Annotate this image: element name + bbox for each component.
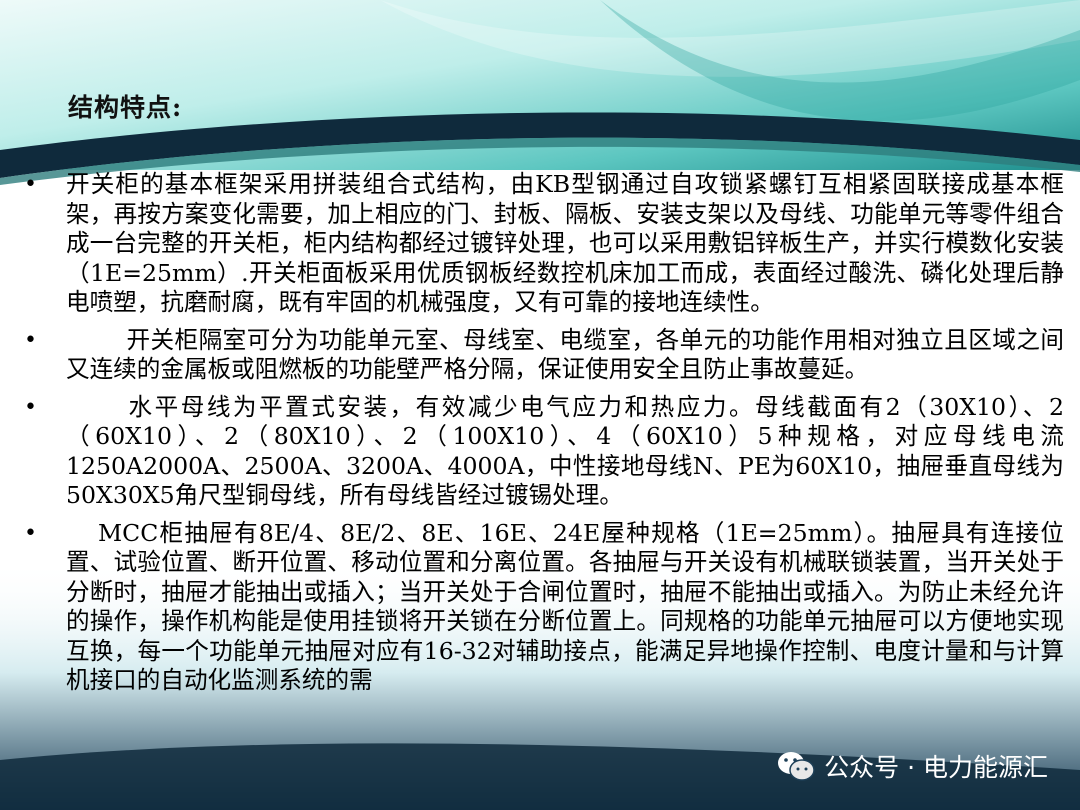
bullet-item: • MCC柜抽屉有8E/4、8E/2、8E、16E、24E屋种规格（1E=25m…: [22, 519, 1064, 696]
bullet-text: 水平母线为平置式安装，有效减少电气应力和热应力。母线截面有2（30X10）、2（…: [66, 392, 1064, 510]
bullet-marker: •: [24, 327, 37, 353]
bullet-list: • 开关柜的基本框架采用拼装组合式结构，由KB型钢通过自攻锁紧螺钉互相紧固联接成…: [22, 170, 1064, 704]
bullet-marker: •: [24, 520, 37, 546]
slide-title: 结构特点:: [68, 93, 183, 122]
bullet-text: 开关柜隔室可分为功能单元室、母线室、电缆室，各单元的功能作用相对独立且区域之间又…: [66, 325, 1064, 384]
bullet-item: • 开关柜的基本框架采用拼装组合式结构，由KB型钢通过自攻锁紧螺钉互相紧固联接成…: [22, 170, 1064, 318]
watermark: 公众号 · 电力能源汇: [776, 748, 1048, 784]
watermark-text: 公众号 · 电力能源汇: [824, 753, 1048, 782]
bullet-marker: •: [24, 172, 37, 197]
bullet-item: • 开关柜隔室可分为功能单元室、母线室、电缆室，各单元的功能作用相对独立且区域之…: [22, 326, 1064, 385]
bullet-marker: •: [24, 394, 37, 420]
bullet-text: MCC柜抽屉有8E/4、8E/2、8E、16E、24E屋种规格（1E=25mm）…: [66, 518, 1064, 695]
wechat-icon: [778, 752, 815, 781]
bullet-item: • 水平母线为平置式安装，有效减少电气应力和热应力。母线截面有2（30X10）、…: [22, 393, 1064, 511]
bullet-text: 开关柜的基本框架采用拼装组合式结构，由KB型钢通过自攻锁紧螺钉互相紧固联接成基本…: [66, 170, 1064, 316]
